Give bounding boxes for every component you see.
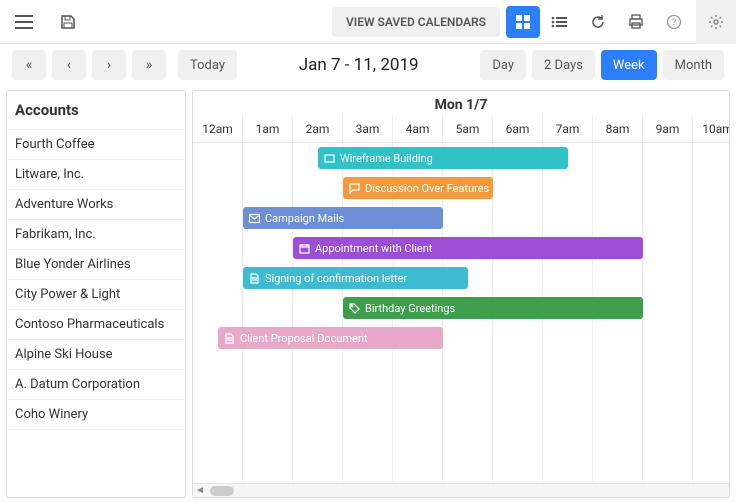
time-column-header: 3am — [343, 115, 393, 142]
settings-icon[interactable] — [696, 0, 736, 44]
view-saved-calendars-button[interactable]: VIEW SAVED CALENDARS — [332, 7, 500, 37]
app-topbar: VIEW SAVED CALENDARS ? — [0, 0, 736, 44]
grid-view-button[interactable] — [506, 6, 540, 38]
calendar-event[interactable]: Birthday Greetings — [343, 297, 643, 319]
date-range-title: Jan 7 - 11, 2019 — [237, 55, 480, 75]
menu-icon[interactable] — [8, 6, 40, 38]
chat-icon — [349, 183, 360, 194]
range-2days[interactable]: 2 Days — [532, 50, 595, 80]
range-week[interactable]: Week — [601, 50, 657, 80]
range-month[interactable]: Month — [663, 50, 724, 80]
refresh-icon[interactable] — [582, 6, 614, 38]
nav-prev-button[interactable]: ‹ — [52, 50, 86, 80]
account-item[interactable]: City Power & Light — [7, 280, 185, 310]
calendar-event[interactable]: Campaign Mails — [243, 207, 443, 229]
save-icon[interactable] — [52, 6, 84, 38]
time-header: 12am1am2am3am4am5am6am7am8am9am10am — [193, 115, 729, 143]
range-switcher: Day2 DaysWeekMonth — [480, 50, 724, 80]
account-item[interactable]: Alpine Ski House — [7, 340, 185, 370]
account-item[interactable]: Fabrikam, Inc. — [7, 220, 185, 250]
scroll-thumb[interactable] — [210, 486, 234, 496]
account-item[interactable]: Blue Yonder Airlines — [7, 250, 185, 280]
help-icon[interactable]: ? — [658, 6, 690, 38]
nav-next-button[interactable]: › — [92, 50, 126, 80]
sidebar-title: Accounts — [7, 91, 185, 130]
accounts-sidebar: Accounts Fourth CoffeeLitware, Inc.Adven… — [6, 90, 186, 498]
calendar-event[interactable]: Appointment with Client — [293, 237, 643, 259]
time-column-header: 1am — [243, 115, 293, 142]
doc-icon — [249, 273, 260, 284]
calendar-controlbar: « ‹ › » Today Jan 7 - 11, 2019 Day2 Days… — [0, 44, 736, 86]
event-label: Wireframe Building — [340, 152, 433, 165]
event-label: Campaign Mails — [265, 212, 344, 225]
time-column-header: 9am — [643, 115, 693, 142]
time-column-header: 10am — [693, 115, 730, 142]
account-item[interactable]: Adventure Works — [7, 190, 185, 220]
account-item[interactable]: Coho Winery — [7, 400, 185, 430]
calendar-event[interactable]: Wireframe Building — [318, 147, 568, 169]
nav-first-button[interactable]: « — [12, 50, 46, 80]
event-label: Birthday Greetings — [365, 302, 455, 315]
time-column-header: 12am — [193, 115, 243, 142]
event-label: Signing of confirmation letter — [265, 272, 407, 285]
cal-icon — [299, 243, 310, 254]
account-item[interactable]: Contoso Pharmaceuticals — [7, 310, 185, 340]
mail-icon — [249, 213, 260, 224]
time-column-header: 8am — [593, 115, 643, 142]
events-layer: Wireframe Building Discussion Over Featur… — [193, 143, 729, 483]
event-label: Appointment with Client — [315, 242, 432, 255]
day-header: Mon 1/7 — [193, 91, 729, 115]
horizontal-scrollbar[interactable]: ◄ — [193, 483, 729, 497]
time-column-header: 2am — [293, 115, 343, 142]
accounts-list[interactable]: Fourth CoffeeLitware, Inc.Adventure Work… — [7, 130, 185, 497]
today-button[interactable]: Today — [178, 50, 237, 80]
svg-text:?: ? — [672, 18, 676, 28]
calendar-grid: Mon 1/7 12am1am2am3am4am5am6am7am8am9am1… — [192, 90, 730, 498]
event-label: Discussion Over Features — [365, 182, 489, 195]
account-item[interactable]: Fourth Coffee — [7, 130, 185, 160]
list-view-button[interactable] — [542, 6, 576, 38]
scroll-left-icon[interactable]: ◄ — [193, 485, 207, 496]
tag-icon — [349, 303, 360, 314]
card-icon — [324, 153, 335, 164]
calendar-event[interactable]: Signing of confirmation letter — [243, 267, 468, 289]
account-item[interactable]: A. Datum Corporation — [7, 370, 185, 400]
nav-last-button[interactable]: » — [132, 50, 166, 80]
calendar-event[interactable]: Client Proposal Document — [218, 327, 443, 349]
time-column-header: 4am — [393, 115, 443, 142]
time-column-header: 7am — [543, 115, 593, 142]
range-day[interactable]: Day — [480, 50, 526, 80]
account-item[interactable]: Litware, Inc. — [7, 160, 185, 190]
doc-icon — [224, 333, 235, 344]
event-label: Client Proposal Document — [240, 332, 368, 345]
time-column-header: 5am — [443, 115, 493, 142]
print-icon[interactable] — [620, 6, 652, 38]
calendar-event[interactable]: Discussion Over Features — [343, 177, 493, 199]
time-column-header: 6am — [493, 115, 543, 142]
